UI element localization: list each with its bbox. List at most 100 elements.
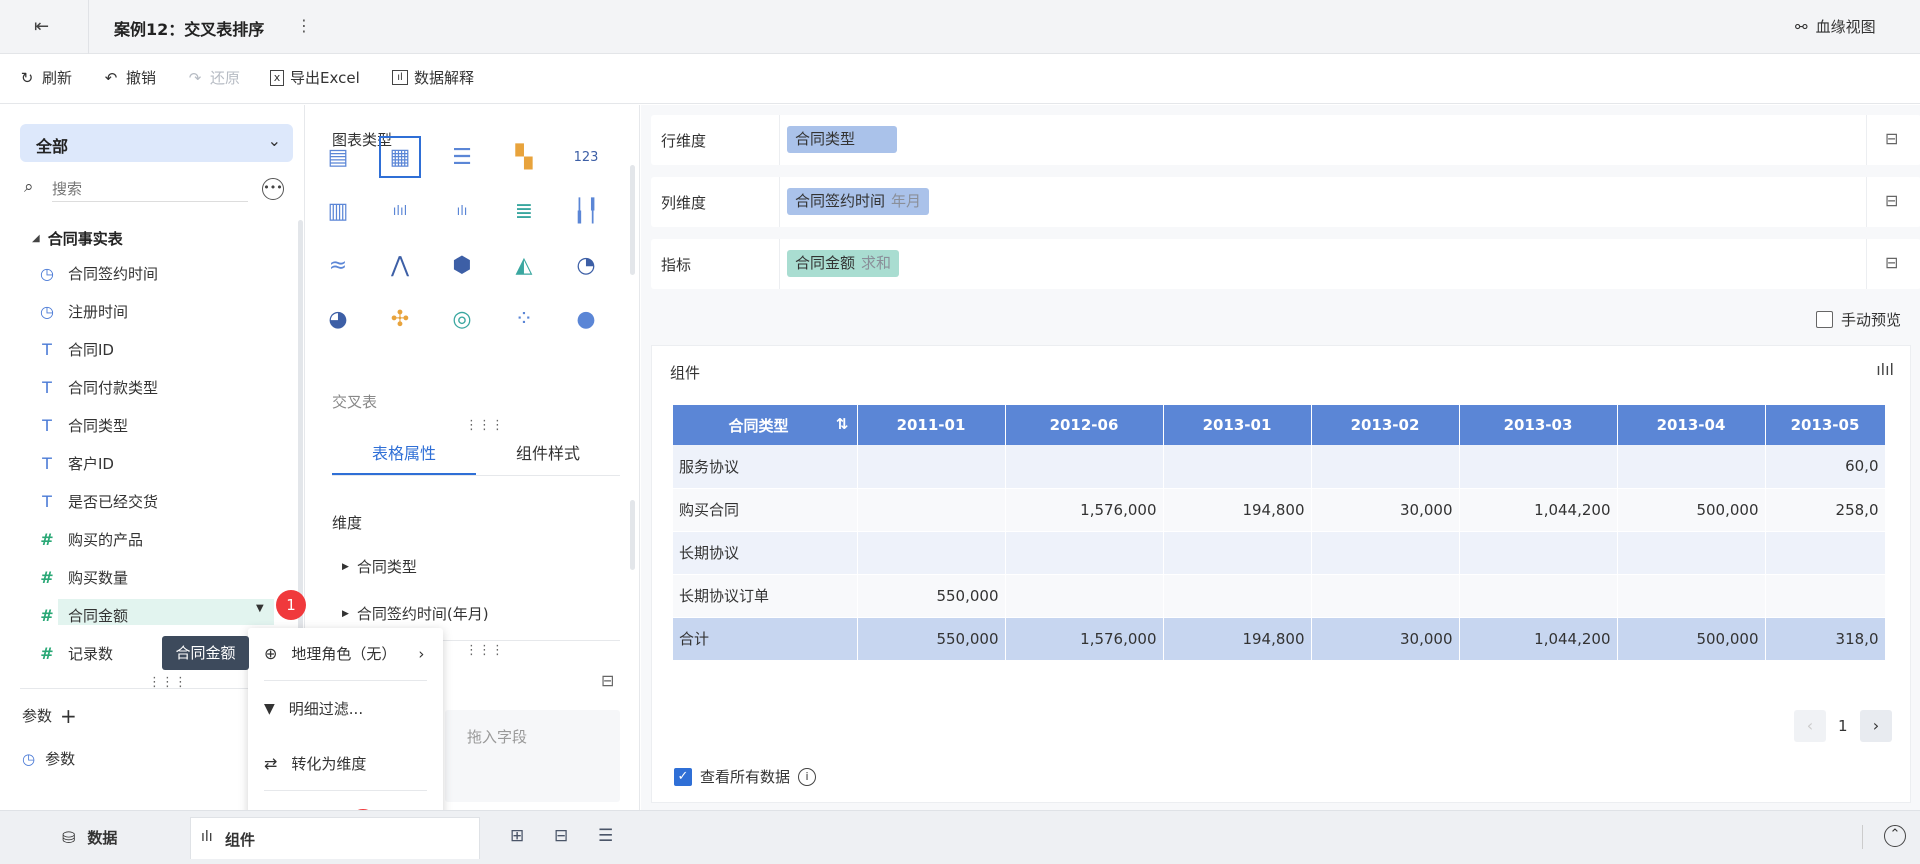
table-cell[interactable]: 194,800	[1163, 617, 1312, 661]
field-item[interactable]: # 记录数	[38, 643, 113, 664]
table-cell[interactable]	[1459, 531, 1618, 575]
table-cell[interactable]	[1459, 574, 1618, 618]
header-cell[interactable]: 2013-02	[1311, 405, 1460, 445]
table-cell[interactable]	[1163, 574, 1312, 618]
prev-page-button[interactable]: ‹	[1794, 710, 1826, 742]
menu-item-geo-role[interactable]: ⊕ 地理角色（无） ›	[264, 643, 424, 664]
rose-chart-icon[interactable]: ✣	[385, 304, 415, 334]
undo-button[interactable]: ↶ 撤销	[102, 67, 156, 88]
param-item[interactable]: ◷ 参数	[22, 748, 75, 769]
field-item[interactable]: T 是否已经交货	[38, 491, 158, 512]
component-tab[interactable]: ılı 组件	[190, 817, 480, 859]
field-item[interactable]: # 合同金额	[38, 605, 128, 626]
scrollbar[interactable]	[298, 220, 303, 640]
dimension-item-1[interactable]: ▶ 合同类型	[342, 556, 417, 577]
field-item[interactable]: # 购买数量	[38, 567, 128, 588]
pie-chart-icon[interactable]: ◕	[323, 304, 353, 334]
table-cell[interactable]: 1,044,200	[1459, 488, 1618, 532]
export-excel-button[interactable]: x 导出Excel	[270, 67, 360, 88]
table-cell[interactable]: 1,576,000	[1005, 488, 1164, 532]
data-tab[interactable]: ⛁ 数据	[62, 827, 117, 848]
tab-table-properties[interactable]: 表格属性	[332, 433, 476, 475]
grouped-bar-icon[interactable]: ılıl	[385, 196, 415, 226]
radar-icon[interactable]: ⬢	[447, 250, 477, 280]
number-card-icon[interactable]: 123	[571, 142, 601, 172]
table-cell[interactable]: 318,0	[1765, 617, 1886, 661]
box-icon[interactable]: ⊟	[1885, 191, 1905, 211]
field-item[interactable]: T 合同付款类型	[38, 377, 158, 398]
add-table-icon[interactable]: ⊞	[510, 826, 524, 846]
sort-icon[interactable]: ⇅	[836, 415, 849, 433]
table-cell[interactable]	[1005, 445, 1164, 489]
field-item[interactable]: ◷ 注册时间	[38, 301, 128, 322]
box-icon[interactable]: ⊟	[601, 671, 614, 690]
table-cell[interactable]: 550,000	[857, 574, 1006, 618]
resize-handle-icon[interactable]: ⋮⋮⋮	[465, 643, 504, 658]
manual-preview-toggle[interactable]: 手动预览	[1816, 309, 1901, 330]
metric-pill[interactable]: 合同金额 求和	[787, 250, 900, 277]
waterfall-icon[interactable]: ╽╿	[571, 196, 601, 226]
table-cell[interactable]	[1617, 445, 1766, 489]
field-item[interactable]: T 客户ID	[38, 453, 114, 474]
table-group[interactable]: ◢ 合同事实表	[32, 228, 123, 249]
table-cell[interactable]: 550,000	[857, 617, 1006, 661]
table-cell[interactable]: 服务协议	[673, 445, 858, 489]
table-cell[interactable]: 购买合同	[673, 488, 858, 532]
detail-table-icon[interactable]: ☰	[447, 142, 477, 172]
redo-button[interactable]: ↷ 还原	[186, 67, 240, 88]
header-cell[interactable]: 2013-04	[1617, 405, 1766, 445]
menu-item-convert-dimension[interactable]: ⇄ 转化为维度	[264, 753, 366, 774]
tab-component-style[interactable]: 组件样式	[476, 433, 620, 475]
back-icon[interactable]: ⇤	[34, 16, 56, 38]
table-cell[interactable]: 合计	[673, 617, 858, 661]
header-cell[interactable]: 2013-01	[1163, 405, 1312, 445]
table-cell[interactable]	[857, 445, 1006, 489]
table-cell[interactable]	[857, 531, 1006, 575]
add-report-icon[interactable]: ☰	[598, 826, 613, 846]
refresh-button[interactable]: ↻ 刷新	[18, 67, 72, 88]
collapse-up-icon[interactable]: ⌃	[1884, 825, 1906, 847]
table-cell[interactable]	[857, 488, 1006, 532]
table-cell[interactable]: 长期协议订单	[673, 574, 858, 618]
table-cell[interactable]	[1765, 531, 1886, 575]
table-cell[interactable]	[1311, 445, 1460, 489]
table-cell[interactable]	[1163, 445, 1312, 489]
bubble-icon[interactable]: ●	[571, 304, 601, 334]
gauge-icon[interactable]: ◔	[571, 250, 601, 280]
more-options-icon[interactable]: •••	[262, 178, 284, 200]
treemap-icon[interactable]: ▚	[509, 142, 539, 172]
scatter-icon[interactable]: ⁘	[509, 304, 539, 334]
more-vertical-icon[interactable]: ⋮	[296, 16, 312, 35]
table-cell[interactable]: 258,0	[1765, 488, 1886, 532]
header-cell[interactable]: 2013-03	[1459, 405, 1618, 445]
table-cell[interactable]	[1163, 531, 1312, 575]
table-cell[interactable]	[1311, 574, 1460, 618]
donut-chart-icon[interactable]: ◎	[447, 304, 477, 334]
row-dimension-pill[interactable]: 合同类型	[787, 126, 897, 153]
chart-settings-icon[interactable]: ılıl	[1876, 360, 1894, 379]
scope-select[interactable]: 全部 ⌄	[20, 124, 293, 162]
field-item[interactable]: T 合同ID	[38, 339, 114, 360]
wave-line-icon[interactable]: ≈	[323, 250, 353, 280]
table-cell[interactable]: 1,044,200	[1459, 617, 1618, 661]
table-cell[interactable]	[1765, 574, 1886, 618]
crosstab-chart-icon[interactable]: ▦	[379, 136, 421, 178]
header-cell-dimension[interactable]: 合同类型 ⇅	[673, 405, 858, 445]
field-dropdown-icon[interactable]: ▼	[256, 603, 264, 614]
line-cross-icon[interactable]: ⋀	[385, 250, 415, 280]
table-cell[interactable]: 500,000	[1617, 617, 1766, 661]
scrollbar[interactable]	[630, 500, 635, 570]
column-dimension-pill[interactable]: 合同签约时间 年月	[787, 188, 930, 215]
header-cell[interactable]: 2011-01	[857, 405, 1006, 445]
table-cell[interactable]: 30,000	[1311, 488, 1460, 532]
table-cell[interactable]: 长期协议	[673, 531, 858, 575]
table-cell[interactable]: 60,0	[1765, 445, 1886, 489]
horizontal-bar-icon[interactable]: ≣	[509, 196, 539, 226]
data-explain-button[interactable]: ıl 数据解释	[392, 67, 474, 88]
table-cell[interactable]	[1617, 574, 1766, 618]
dimension-item-2[interactable]: ▶ 合同签约时间(年月)	[342, 603, 489, 624]
table-cell[interactable]	[1005, 574, 1164, 618]
table-cell[interactable]	[1311, 531, 1460, 575]
area-chart-icon[interactable]: ◭	[509, 250, 539, 280]
view-all-data-toggle[interactable]: ✓ 查看所有数据 i	[674, 766, 817, 787]
